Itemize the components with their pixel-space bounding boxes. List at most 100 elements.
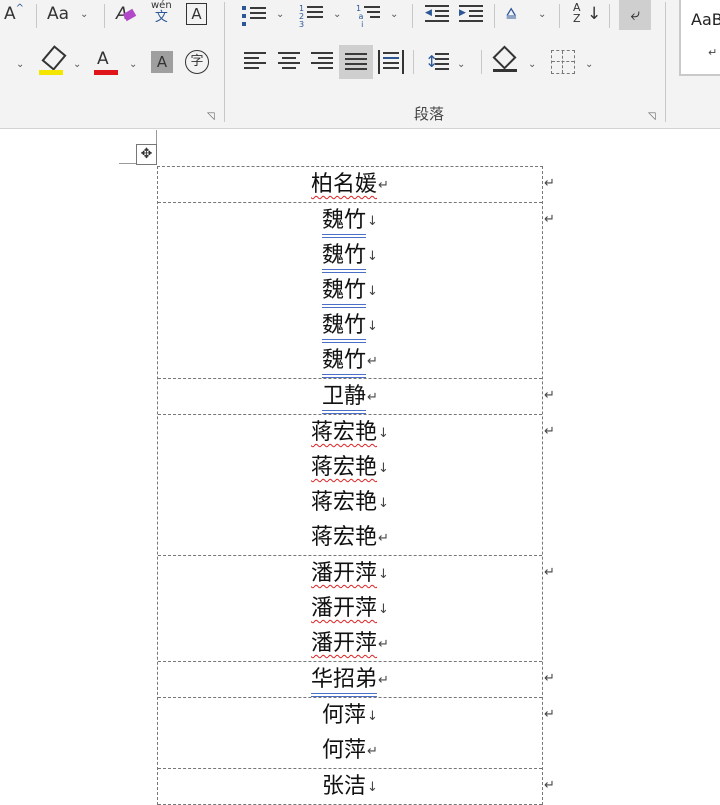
cell-text-line[interactable]: 蒋宏艳↓ [158, 415, 542, 450]
divider [609, 4, 610, 28]
highlight-color-bar [39, 70, 63, 75]
character-shading-button[interactable]: A [151, 51, 173, 73]
align-center-button[interactable] [278, 52, 300, 72]
grow-font-button[interactable]: A^ [4, 3, 24, 28]
multilevel-list-icon: 1 a i [356, 4, 364, 29]
paragraph-mark: ↵ [367, 353, 378, 369]
decrease-indent-button[interactable]: ◀ [425, 5, 449, 25]
line-break-mark: ↓ [367, 779, 378, 795]
chevron-down-icon[interactable]: ⌄ [129, 60, 137, 70]
clear-formatting-button[interactable]: A [116, 3, 136, 25]
justify-button[interactable] [339, 45, 373, 79]
change-case-button[interactable]: Aa [47, 3, 69, 25]
paragraph-mark: ↵ [378, 672, 389, 688]
divider [559, 4, 560, 28]
cell-text-line[interactable]: 魏竹↓ [158, 203, 542, 238]
line-break-mark: ↓ [367, 318, 378, 334]
bullets-icon [242, 6, 246, 26]
cell-text-line[interactable]: 蒋宏艳↓ [158, 450, 542, 485]
chevron-down-icon[interactable]: ⌄ [457, 60, 465, 70]
paragraph-dialog-launcher-icon[interactable]: ◹ [648, 111, 656, 122]
person-name: 魏竹 [322, 208, 367, 238]
cell-text-line[interactable]: 魏竹↓ [158, 273, 542, 308]
font-dialog-launcher-icon[interactable]: ◹ [207, 111, 215, 122]
table-move-handle[interactable]: ✥ [136, 144, 157, 165]
divider [413, 50, 414, 74]
chevron-down-icon[interactable]: ⌄ [276, 10, 284, 20]
cell-text-line[interactable]: 何萍↵ [158, 733, 542, 768]
ribbon: A^ Aa ⌄ A wén 文 A ⌄ ⌄ A ⌄ A 字 [0, 0, 720, 129]
enclose-characters-button[interactable]: 字 [185, 50, 209, 74]
chevron-down-icon[interactable]: ⌄ [390, 10, 398, 20]
end-of-row-mark: ↵ [544, 424, 555, 439]
cell-text-line[interactable]: 魏竹↵ [158, 343, 542, 378]
chevron-down-icon[interactable]: ⌄ [585, 60, 593, 70]
cell-text-line[interactable]: 华招弟↵ [158, 662, 542, 697]
end-of-row-mark: ↵ [544, 707, 555, 722]
divider [412, 4, 413, 28]
multilevel-list-button[interactable]: 1 a i [356, 4, 382, 29]
divider [494, 4, 495, 28]
distributed-button[interactable] [378, 50, 404, 74]
shading-button[interactable] [492, 45, 519, 75]
chinese-layout-icon: ⩠ [506, 3, 517, 23]
person-name: 魏竹 [322, 278, 367, 308]
sort-icon: A Z [573, 1, 581, 25]
person-name: 潘开萍 [311, 631, 378, 656]
paragraph-mark: ↵ [367, 743, 378, 759]
cell-text-line[interactable]: 魏竹↓ [158, 238, 542, 273]
sort-button[interactable]: A Z ↓ [573, 2, 603, 28]
increase-indent-button[interactable]: ▶ [459, 5, 483, 25]
cell-text-line[interactable]: 蒋宏艳↵ [158, 520, 542, 555]
paragraph-mark: ↵ [378, 530, 389, 546]
chevron-down-icon[interactable]: ⌄ [80, 10, 88, 20]
borders-button[interactable] [551, 50, 575, 74]
table-row[interactable]: 何萍↓ 何萍↵ [158, 698, 542, 769]
chevron-down-icon[interactable]: ⌄ [528, 60, 536, 70]
chevron-down-icon[interactable]: ⌄ [538, 10, 546, 20]
cell-text-line[interactable]: 张洁↓ [158, 769, 542, 804]
line-break-mark: ↓ [367, 213, 378, 229]
font-color-button[interactable]: A [97, 48, 109, 70]
name-table: 柏名媛↵ 魏竹↓ 魏竹↓ 魏竹↓ 魏竹↓ 魏竹↵ 卫静↵ 蒋宏艳↓ 蒋宏艳↓ 蒋宏艳↓ 蒋宏艳↵ 潘开… [157, 166, 543, 805]
table-row[interactable]: 潘开萍↓ 潘开萍↓ 潘开萍↵ [158, 556, 542, 662]
paragraph-mark: ↵ [378, 636, 389, 652]
style-gallery-item[interactable]: AaB ↵ [679, 0, 720, 76]
phonetic-guide-button[interactable]: wén 文 [151, 0, 172, 24]
chinese-layout-button[interactable]: ⩠ [506, 2, 516, 24]
table-row[interactable]: 蒋宏艳↓ 蒋宏艳↓ 蒋宏艳↓ 蒋宏艳↵ [158, 415, 542, 556]
align-right-button[interactable] [311, 52, 333, 72]
cell-text-line[interactable]: 魏竹↓ [158, 308, 542, 343]
show-hide-marks-button[interactable]: ⤶ [619, 0, 651, 30]
align-left-button[interactable] [244, 52, 266, 72]
borders-icon [552, 61, 574, 62]
person-name: 魏竹 [322, 348, 367, 378]
chevron-down-icon[interactable]: ⌄ [333, 10, 341, 20]
table-row[interactable]: 柏名媛↵ [158, 167, 542, 203]
table-row[interactable]: 卫静↵ [158, 379, 542, 415]
line-spacing-button[interactable]: ↕ [425, 51, 451, 73]
arrow-down-icon: ↓ [587, 4, 602, 24]
person-name: 何萍 [322, 703, 367, 728]
cell-text-line[interactable]: 潘开萍↓ [158, 591, 542, 626]
paragraph-mark-icon: ⤶ [630, 5, 640, 25]
cell-text-line[interactable]: 柏名媛↵ [158, 167, 542, 202]
chevron-down-icon[interactable]: ⌄ [73, 60, 81, 70]
table-row[interactable]: 张洁↓ [158, 769, 542, 805]
line-break-mark: ↓ [367, 283, 378, 299]
cell-text-line[interactable]: 蒋宏艳↓ [158, 485, 542, 520]
end-of-row-mark: ↵ [544, 778, 555, 793]
bullets-button[interactable] [242, 6, 268, 26]
character-border-button[interactable]: A [186, 3, 207, 25]
cell-text-line[interactable]: 何萍↓ [158, 698, 542, 733]
table-row[interactable]: 魏竹↓ 魏竹↓ 魏竹↓ 魏竹↓ 魏竹↵ [158, 203, 542, 379]
highlighter-icon [41, 45, 67, 71]
chevron-down-icon[interactable]: ⌄ [16, 60, 24, 70]
cell-text-line[interactable]: 潘开萍↵ [158, 626, 542, 661]
table-row[interactable]: 华招弟↵ [158, 662, 542, 698]
end-of-row-mark: ↵ [544, 212, 555, 227]
cell-text-line[interactable]: 潘开萍↓ [158, 556, 542, 591]
group-divider [665, 2, 666, 122]
cell-text-line[interactable]: 卫静↵ [158, 379, 542, 414]
numbering-button[interactable]: 123 [299, 5, 325, 29]
